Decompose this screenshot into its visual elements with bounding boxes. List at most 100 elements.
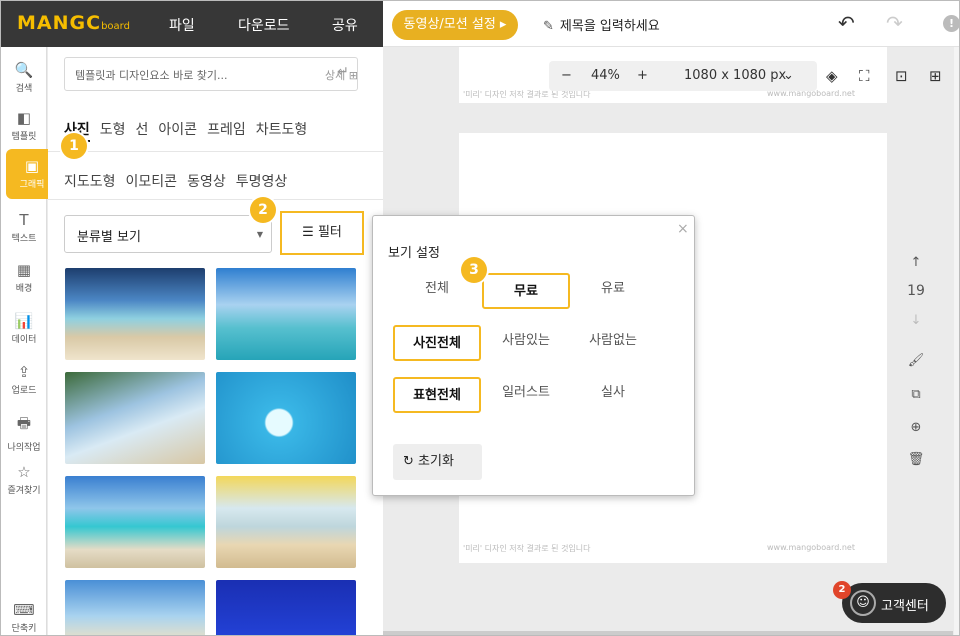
graphic-panel: 템플릿과 디자인요소 바로 찾기... ↵ 상세 ⊞ 사진 도형 선 아이콘 프레임 차트도… <box>48 47 383 635</box>
close-icon[interactable]: × <box>677 221 689 237</box>
tab-icon[interactable]: 아이콘 <box>158 122 197 138</box>
sidebar-item-upload[interactable]: ⇪ 업로드 <box>1 363 47 396</box>
paint-icon[interactable]: 🖌 <box>905 353 927 368</box>
text-icon: T <box>19 211 29 229</box>
sidebar-item-shortcuts[interactable]: ⌨ 단축키 <box>1 601 47 634</box>
smile-icon: ☺ <box>850 590 876 616</box>
page-up-icon[interactable]: ↑ <box>905 255 927 270</box>
photo-thumbnail[interactable] <box>65 268 205 360</box>
option-with-people[interactable]: 사람있는 <box>482 324 570 360</box>
photo-thumbnail[interactable] <box>216 268 356 360</box>
pencil-icon: ✎ <box>543 19 554 34</box>
zoom-in-button[interactable]: + <box>637 68 648 83</box>
page-number: 19 <box>907 283 925 299</box>
category-select[interactable]: 분류별 보기 ▼ <box>64 215 272 253</box>
search-input[interactable]: 템플릿과 디자인요소 바로 찾기... ↵ <box>64 57 358 91</box>
popup-title: 보기 설정 <box>388 246 440 261</box>
watermark: www.mangoboard.net <box>767 543 855 552</box>
tab-chart-shape[interactable]: 차트도형 <box>256 122 308 138</box>
app-window: MANGCboard 파일 다운로드 공유 동영상/모션 설정 ▸ ✎ 제목을 입… <box>0 0 960 636</box>
info-icon[interactable]: ! <box>943 15 959 32</box>
sidebar-item-text[interactable]: T 텍스트 <box>1 211 47 244</box>
page-down-icon[interactable]: ↓ <box>905 313 927 328</box>
option-without-people[interactable]: 사람없는 <box>569 324 657 360</box>
title-input[interactable]: ✎ 제목을 입력하세요 <box>543 15 660 34</box>
tab-video[interactable]: 동영상 <box>187 174 226 190</box>
sidebar-item-search[interactable]: 🔍 검색 <box>1 61 47 94</box>
editor-toolbar: 동영상/모션 설정 ▸ ✎ 제목을 입력하세요 ↶ ↷ ! <box>383 1 959 47</box>
sidebar-item-my-work[interactable]: 🖶 나의작업 <box>1 413 47 453</box>
option-paid[interactable]: 유료 <box>569 272 657 308</box>
vertical-scrollbar[interactable] <box>954 47 959 635</box>
category-tabs: 사진 도형 선 아이콘 프레임 차트도형 <box>64 119 317 142</box>
view-settings-popup: 보기 설정 × 전체 무료 유료 사진전체 사람있는 사람없는 표현전체 일러스… <box>372 215 695 496</box>
upload-icon: ⇪ <box>17 363 31 381</box>
keyboard-icon: ⌨ <box>13 601 35 619</box>
plus-box-icon: ⊞ <box>348 69 358 82</box>
chart-icon: 📊 <box>14 312 34 330</box>
tab-emoticon[interactable]: 이모티콘 <box>126 174 178 190</box>
option-free[interactable]: 무료 <box>482 273 570 309</box>
redo-icon[interactable]: ↷ <box>886 11 903 35</box>
background-icon: ▦ <box>16 261 32 279</box>
duplicate-icon[interactable]: ⧉ <box>905 387 927 402</box>
crop-icon[interactable]: ⛶ <box>859 67 870 85</box>
zoom-out-button[interactable]: − <box>561 68 572 83</box>
menu-download[interactable]: 다운로드 <box>238 15 290 35</box>
watermark: '미리' 디자인 저작 결과로 된 것입니다 <box>463 544 591 553</box>
trash-icon[interactable]: 🗑 <box>905 452 927 467</box>
grid-icon[interactable]: ⊞ <box>929 67 942 85</box>
search-icon: 🔍 <box>14 61 34 79</box>
step-badge-1: 1 <box>61 133 87 159</box>
sidebar-item-background[interactable]: ▦ 배경 <box>1 261 47 294</box>
refresh-icon: ↻ <box>403 454 414 469</box>
zoom-level[interactable]: 44% <box>591 68 620 83</box>
layer-icon[interactable]: ◈ <box>826 67 838 85</box>
folder-icon: 🖶 <box>16 414 32 432</box>
option-realistic[interactable]: 실사 <box>569 376 657 412</box>
step-badge-3: 3 <box>461 257 487 283</box>
tab-frame[interactable]: 프레임 <box>207 122 246 138</box>
undo-icon[interactable]: ↶ <box>838 11 855 35</box>
tab-shape[interactable]: 도형 <box>100 122 126 138</box>
menu-file[interactable]: 파일 <box>169 15 195 35</box>
template-icon: ◧ <box>16 109 32 127</box>
tab-line[interactable]: 선 <box>136 122 149 138</box>
horizontal-scrollbar[interactable] <box>383 631 953 635</box>
menu-share[interactable]: 공유 <box>332 15 358 35</box>
customer-center-button[interactable]: ☺ 고객센터 <box>842 583 946 623</box>
resize-icon[interactable]: ⊡ <box>895 67 908 85</box>
category-tabs-row2: 지도도형 이모티콘 동영상 투명영상 <box>64 171 297 191</box>
option-all-photos[interactable]: 사진전체 <box>393 325 481 361</box>
motion-settings-button[interactable]: 동영상/모션 설정 ▸ <box>392 10 518 40</box>
sidebar-item-template[interactable]: ◧ 템플릿 <box>1 109 47 142</box>
zoom-bar: − 44% + 1080 x 1080 px ⌄ <box>549 61 817 91</box>
detail-search-link[interactable]: 상세 ⊞ <box>325 67 358 83</box>
chevron-down-icon: ▼ <box>256 230 263 239</box>
sidebar-item-favorites[interactable]: ☆ 즐겨찾기 <box>1 463 47 496</box>
photo-thumbnail[interactable] <box>65 372 205 464</box>
divider <box>48 199 383 200</box>
filter-button[interactable]: ☰ 필터 <box>280 211 364 255</box>
filter-icon: ☰ <box>302 225 314 240</box>
star-icon: ☆ <box>17 463 31 481</box>
chevron-down-icon: ⌄ <box>783 68 794 83</box>
logo[interactable]: MANGCboard <box>17 12 130 34</box>
divider <box>48 151 383 152</box>
tab-map-shape[interactable]: 지도도형 <box>64 174 116 190</box>
tab-transparent-video[interactable]: 투명영상 <box>236 174 288 190</box>
photo-thumbnail[interactable] <box>216 372 356 464</box>
photo-thumbnail[interactable] <box>216 580 356 635</box>
photo-thumbnail[interactable] <box>65 476 205 568</box>
photo-thumbnail[interactable] <box>216 476 356 568</box>
top-bar: MANGCboard 파일 다운로드 공유 <box>1 1 383 47</box>
add-page-icon[interactable]: ⊕ <box>905 420 927 435</box>
reset-button[interactable]: ↻ 초기화 <box>393 444 482 480</box>
photo-thumbnail[interactable] <box>65 580 205 635</box>
icon-sidebar: 🔍 검색 ◧ 템플릿 ▣ 그래픽 T 텍스트 ▦ 배경 📊 데이터 ⇪ 업로드 🖶 나의작업 ☆… <box>1 47 58 635</box>
option-illustration[interactable]: 일러스트 <box>482 376 570 412</box>
canvas-size-select[interactable]: 1080 x 1080 px <box>684 68 786 83</box>
sidebar-item-data[interactable]: 📊 데이터 <box>1 312 47 345</box>
option-all-styles[interactable]: 표현전체 <box>393 377 481 413</box>
notification-count: 2 <box>833 581 851 599</box>
